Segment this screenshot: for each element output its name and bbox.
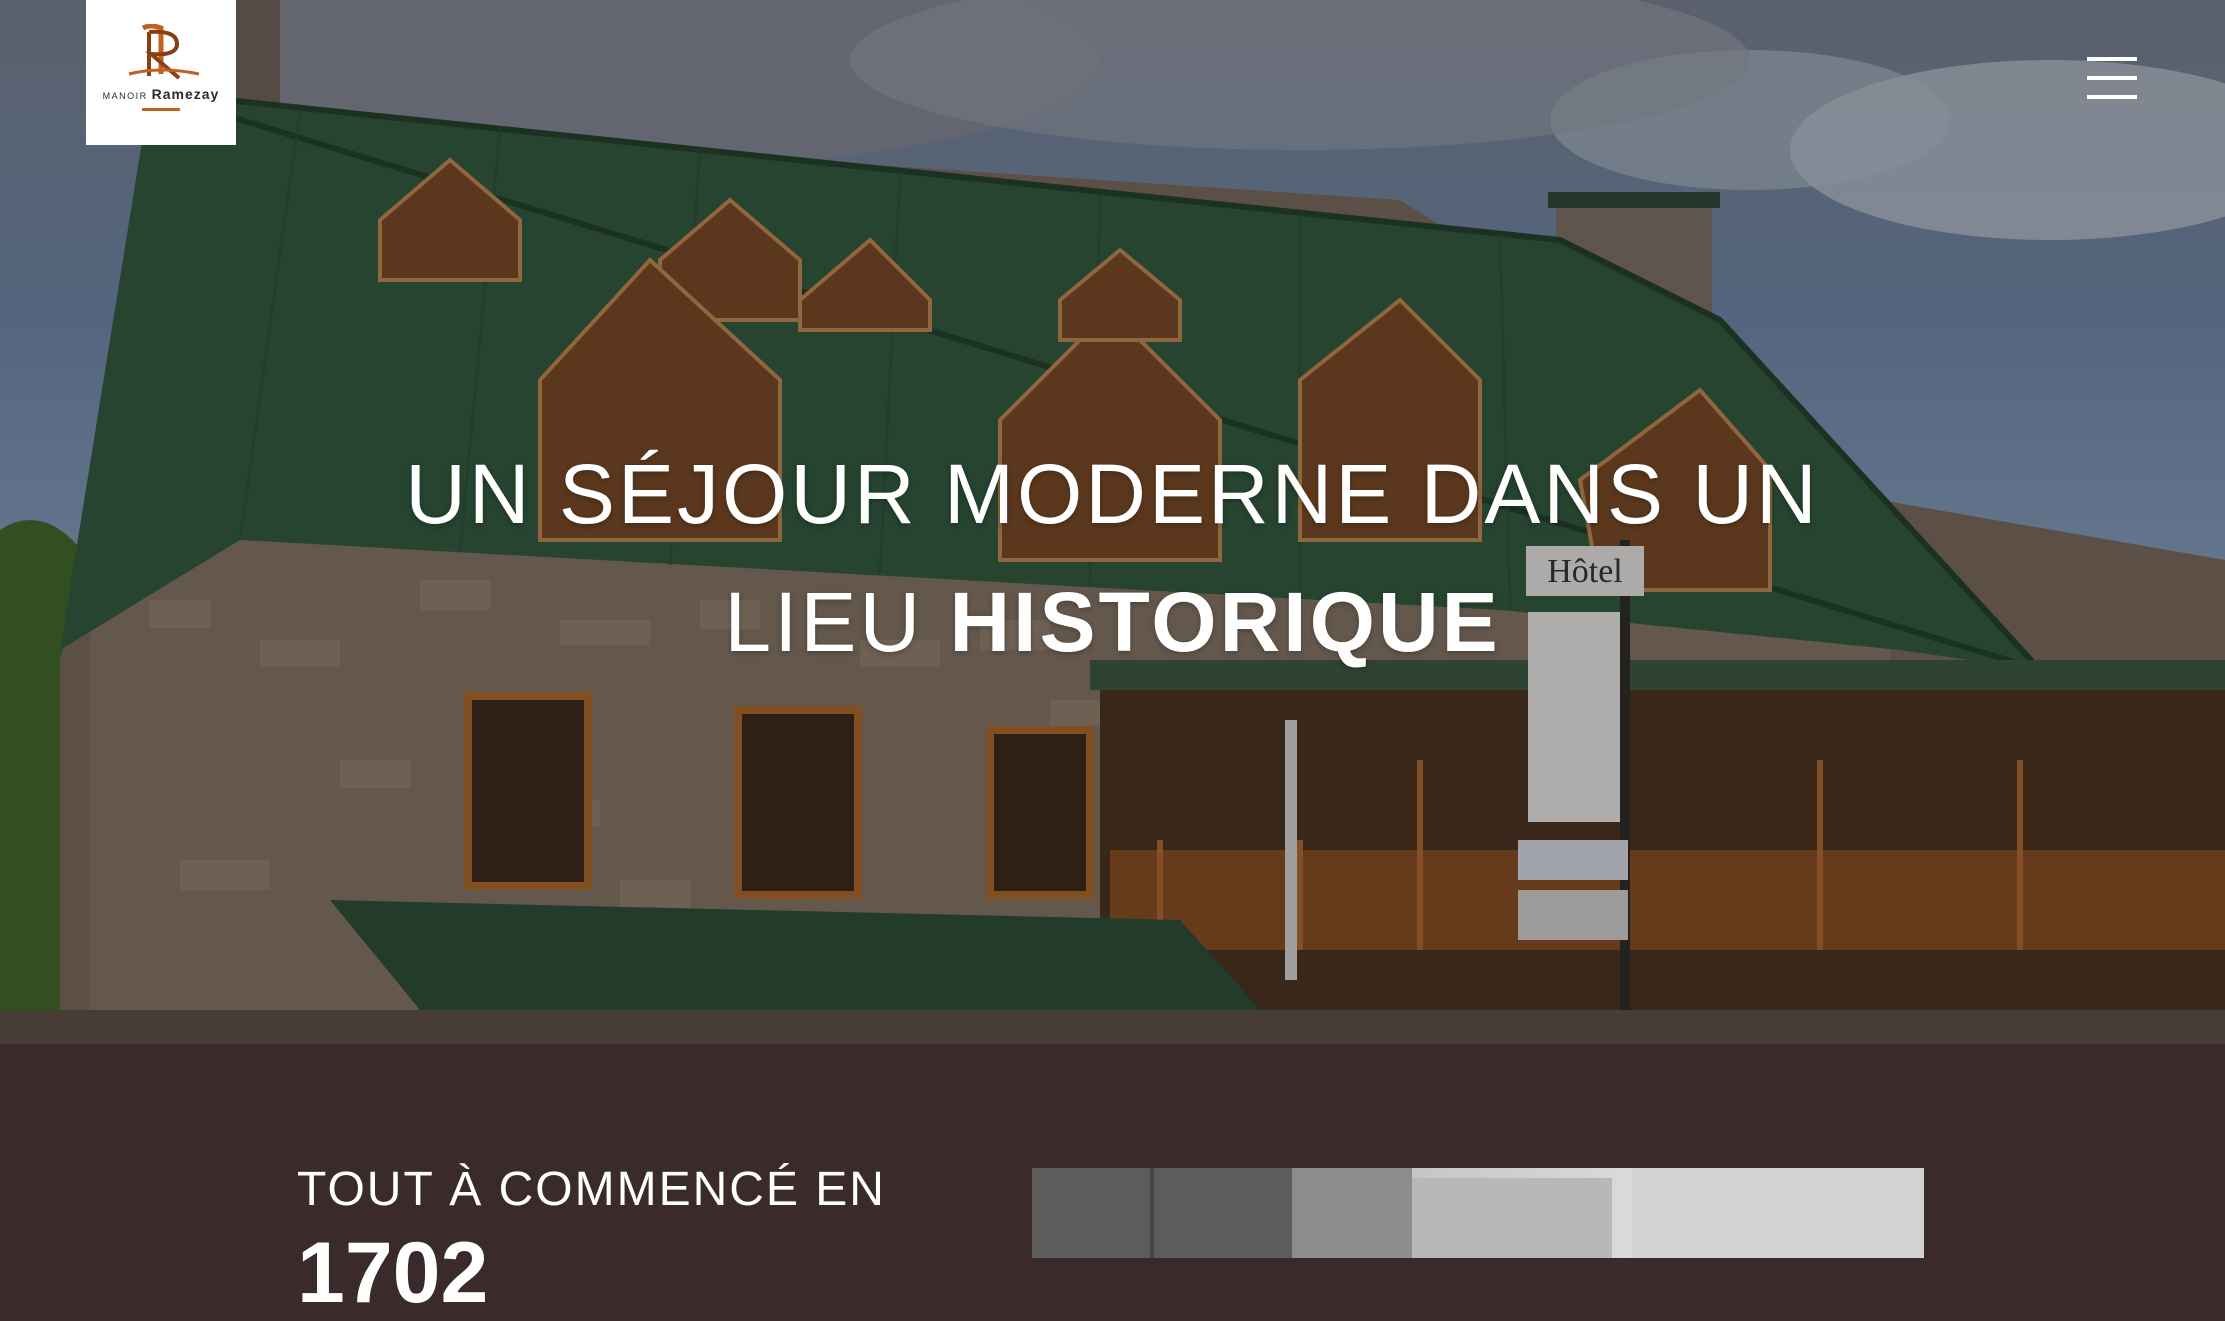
headline-accent-text: HISTORIQUE [949, 575, 1501, 669]
history-heading: TOUT À COMMENCÉ EN [297, 1163, 886, 1216]
interior-photo-image [1032, 1168, 1924, 1258]
history-year: 1702 [297, 1225, 489, 1321]
hero-headline: UN SÉJOUR MODERNE DANS UN LIEU HISTORIQU… [0, 430, 2225, 686]
logo-wordmark: MANOIR Ramezay [103, 86, 220, 102]
manoir-r-logo-icon [128, 24, 200, 80]
site-logo[interactable]: MANOIR Ramezay [86, 0, 236, 145]
hamburger-line [2087, 76, 2137, 80]
hamburger-line [2087, 95, 2137, 99]
logo-big-text: Ramezay [151, 86, 220, 102]
interior-photo [1032, 1168, 1924, 1258]
headline-prefix: LIEU [724, 575, 924, 669]
logo-accent-bar [142, 108, 180, 111]
hamburger-icon[interactable] [2085, 55, 2139, 103]
headline-line-1: UN SÉJOUR MODERNE DANS UN [405, 447, 1820, 541]
hamburger-line [2087, 57, 2137, 61]
headline-line-2: LIEU HISTORIQUE [0, 558, 2225, 686]
headline-accent: HISTORIQUE [919, 558, 1531, 686]
history-section: TOUT À COMMENCÉ EN 1702 [0, 1044, 2225, 1316]
logo-small-text: MANOIR [102, 91, 148, 101]
hero-section: Hôtel MANOIR Ramezay UN SÉJOUR MODERNE D… [0, 0, 2225, 1044]
